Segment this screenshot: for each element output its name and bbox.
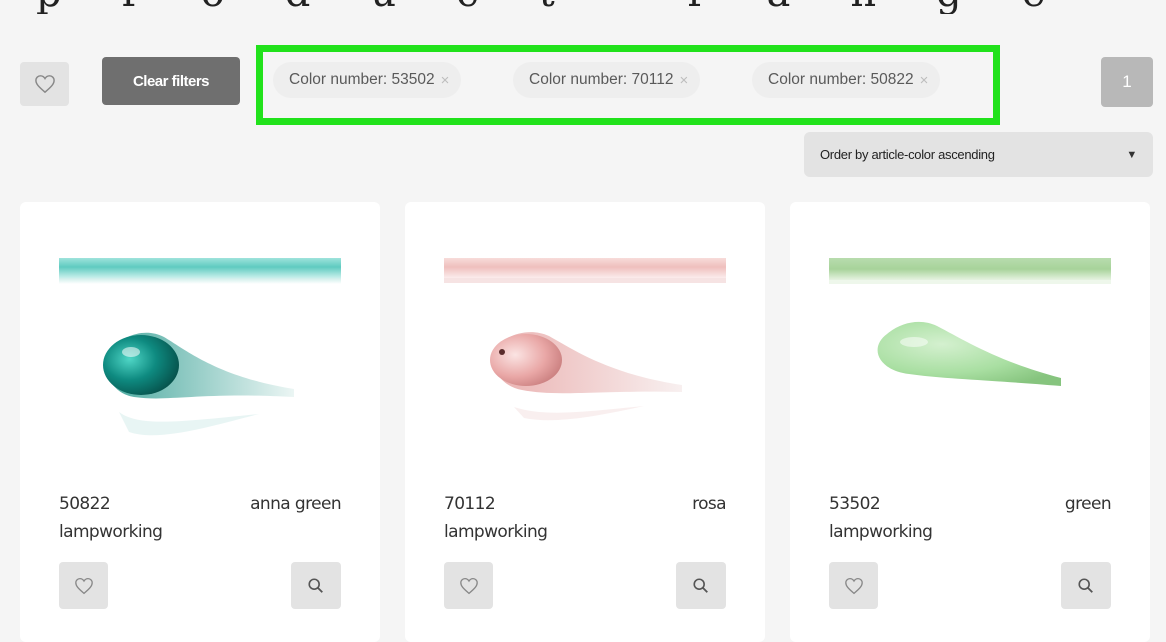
product-card[interactable]: 70112 rosa lampworking bbox=[405, 202, 765, 642]
filter-chip-label: Color number: 50822 bbox=[768, 71, 914, 88]
product-type: lampworking bbox=[444, 522, 548, 542]
product-type: lampworking bbox=[829, 522, 933, 542]
chevron-down-icon: ▼ bbox=[1126, 148, 1137, 161]
favorite-button[interactable] bbox=[59, 562, 108, 609]
search-icon bbox=[308, 577, 323, 593]
page-title: product range bbox=[36, 0, 1105, 14]
product-color-name: anna green bbox=[250, 494, 341, 514]
filter-chip[interactable]: Color number: 53502 × bbox=[273, 62, 462, 98]
glass-rod-image bbox=[444, 258, 726, 283]
product-code: 50822 bbox=[59, 494, 111, 514]
heart-icon bbox=[34, 75, 55, 94]
search-icon bbox=[1078, 577, 1093, 593]
product-card[interactable]: 53502 green lampworking bbox=[790, 202, 1150, 642]
filter-chip[interactable]: Color number: 50822 × bbox=[752, 62, 941, 98]
sort-select[interactable]: Order by article-color ascending ▼ bbox=[804, 132, 1153, 177]
remove-filter-icon[interactable]: × bbox=[679, 72, 688, 89]
product-type: lampworking bbox=[59, 522, 163, 542]
product-color-name: green bbox=[1064, 494, 1112, 514]
search-icon bbox=[693, 577, 708, 593]
product-code: 53502 bbox=[829, 494, 881, 514]
clear-filters-button[interactable]: Clear filters bbox=[102, 57, 240, 105]
sort-select-value: Order by article-color ascending bbox=[820, 147, 995, 162]
heart-icon bbox=[459, 577, 478, 594]
heart-icon bbox=[844, 577, 863, 594]
heart-icon bbox=[74, 577, 93, 594]
glass-rod-image bbox=[829, 258, 1111, 284]
favorites-filter-button[interactable] bbox=[20, 62, 69, 106]
product-card[interactable]: 50822 anna green lampworking bbox=[20, 202, 380, 642]
product-color-name: rosa bbox=[692, 494, 727, 514]
filter-chip-label: Color number: 70112 bbox=[529, 71, 674, 88]
remove-filter-icon[interactable]: × bbox=[441, 72, 450, 89]
product-code: 70112 bbox=[444, 494, 496, 514]
filter-chip[interactable]: Color number: 70112 × bbox=[513, 62, 701, 98]
page-number-button[interactable]: 1 bbox=[1101, 57, 1153, 107]
favorite-button[interactable] bbox=[829, 562, 878, 609]
favorite-button[interactable] bbox=[444, 562, 493, 609]
remove-filter-icon[interactable]: × bbox=[920, 72, 929, 89]
page-title-area: product range bbox=[0, 0, 1166, 14]
glass-rod-image bbox=[59, 258, 341, 284]
zoom-button[interactable] bbox=[1061, 562, 1111, 609]
glass-drop-image bbox=[490, 332, 682, 421]
glass-drop-image bbox=[877, 321, 1061, 386]
zoom-button[interactable] bbox=[291, 562, 341, 609]
filter-chip-label: Color number: 53502 bbox=[289, 71, 435, 88]
glass-drop-image bbox=[103, 332, 294, 436]
zoom-button[interactable] bbox=[676, 562, 726, 609]
